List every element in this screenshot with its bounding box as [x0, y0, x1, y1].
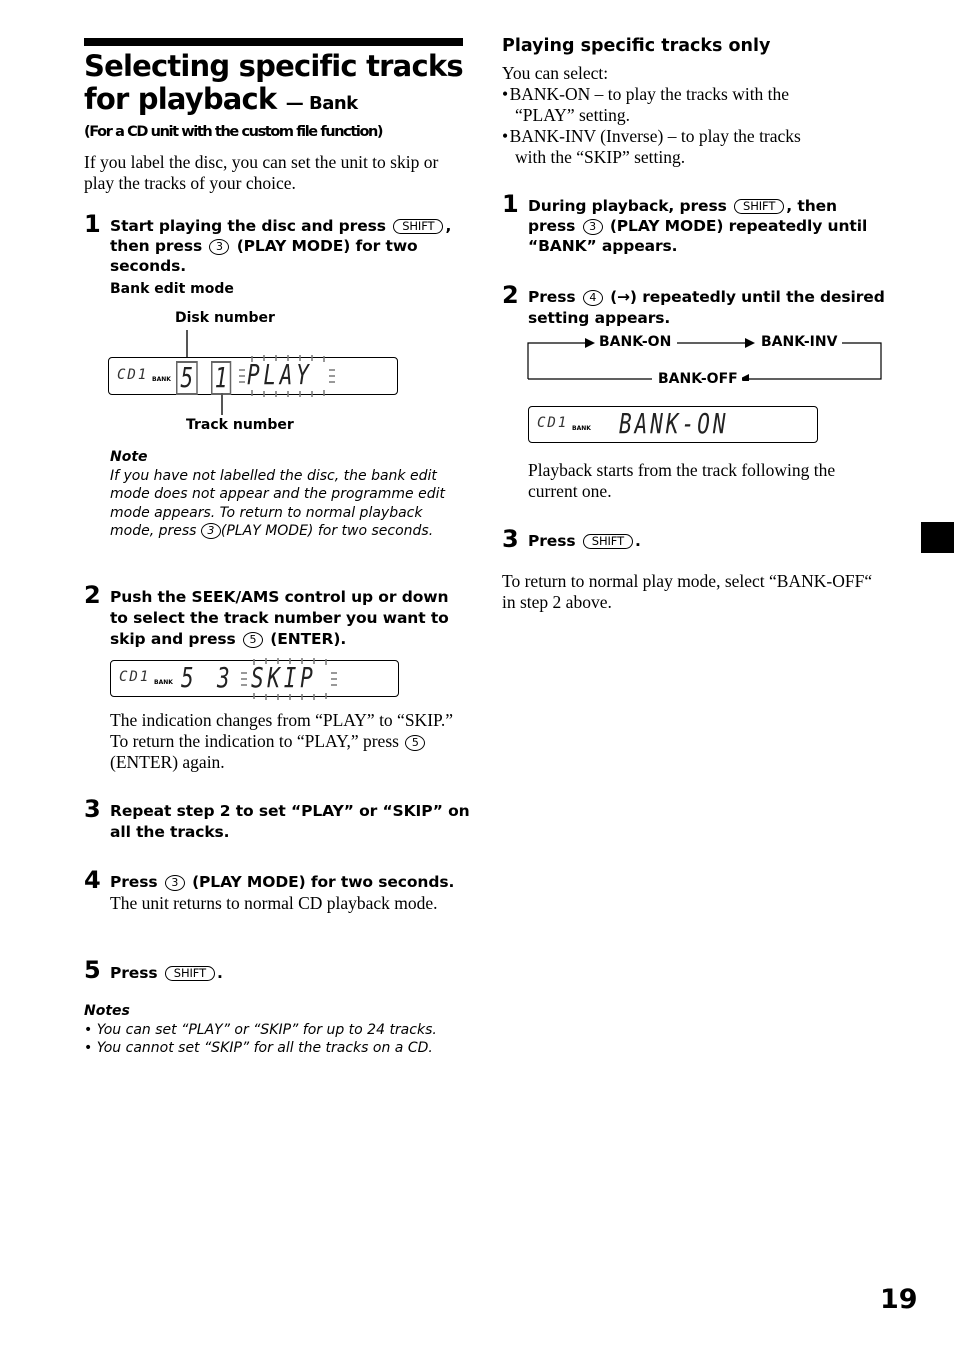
notes-list: • You can set “PLAY” or “SKIP” for up to…	[84, 1021, 474, 1058]
step-1-text: Start playing the disc and press SHIFT, …	[110, 217, 452, 275]
shift-key-icon: SHIFT	[582, 534, 634, 549]
step-2-number: 2	[84, 581, 101, 609]
right-intro: You can select:	[502, 63, 609, 83]
lcd-bank-indicator: BANK	[152, 376, 171, 383]
note-text: If you have not labelled the disc, the b…	[110, 468, 445, 539]
disk-number-leader	[186, 330, 188, 359]
blink-indicator-icon	[239, 355, 335, 397]
key-5-icon: 5	[242, 632, 263, 648]
step-2-description: The indication changes from “PLAY” to “S…	[110, 710, 453, 772]
lcd-cd-indicator: CD1	[537, 415, 569, 431]
title-suffix: — Bank	[285, 93, 358, 114]
lcd-bank-indicator: BANK	[154, 679, 173, 686]
step-5-number: 5	[84, 956, 101, 984]
playback-starts-text: Playback starts from the track following…	[528, 460, 836, 501]
options-list: • BANK-ON – to play the tracks with the …	[502, 84, 862, 168]
step-3-text: Repeat step 2 to set “PLAY” or “SKIP” on…	[110, 802, 470, 841]
lcd-cd-indicator: CD1	[117, 367, 149, 383]
shift-key-icon: SHIFT	[393, 219, 444, 234]
option-item: • BANK-ON – to play the tracks with the	[502, 84, 790, 104]
bank-edit-mode-caption: Bank edit mode	[110, 281, 234, 297]
cycle-bank-inv: BANK-INV	[757, 334, 842, 350]
track-number-leader	[221, 393, 223, 415]
track-number-label: Track number	[186, 417, 294, 433]
right-step-2-text: Press 4 (→) repeatedly until the desired…	[528, 288, 885, 327]
key-5-icon: 5	[405, 735, 426, 751]
title-line-1: Selecting specific tracks	[84, 49, 464, 83]
lcd-track-digit: 1	[211, 361, 232, 395]
disk-number-label: Disk number	[175, 310, 275, 326]
step-4-description: The unit returns to normal CD playback m…	[110, 893, 438, 913]
lcd-cd-indicator: CD1	[119, 669, 151, 685]
step-5-text: Press SHIFT.	[110, 964, 223, 982]
option-item: • BANK-INV (Inverse) – to play the track…	[502, 126, 801, 146]
section-heading: Playing specific tracks only	[502, 36, 771, 56]
step-1-number: 1	[84, 210, 101, 238]
key-3-icon: 3	[209, 239, 230, 255]
page-number: 19	[880, 1284, 918, 1315]
shift-key-icon: SHIFT	[734, 199, 785, 214]
right-step-3-text: Press SHIFT.	[528, 532, 641, 550]
step-3-number: 3	[84, 795, 101, 823]
lcd-bank-indicator: BANK	[572, 425, 591, 432]
cycle-bank-off: BANK-OFF	[654, 371, 742, 387]
intro-text: If you label the disc, you can set the u…	[84, 152, 439, 193]
right-step-3-number: 3	[502, 525, 519, 553]
lcd-display-bank-on: CD1 BANK BANK-ON	[528, 406, 818, 443]
title-line-2: for playback	[84, 82, 277, 116]
step-2-text: Push the SEEK/AMS control up or down to …	[110, 588, 449, 648]
right-step-1-number: 1	[502, 190, 519, 218]
lcd-bank-text: BANK-ON	[619, 407, 729, 440]
step-4-number: 4	[84, 866, 101, 894]
cycle-bank-on: BANK-ON	[595, 334, 676, 350]
key-3-icon: 3	[582, 219, 603, 235]
lcd-display-skip: CD1 BANK 5 3 SKIP	[110, 658, 399, 700]
bank-cycle-diagram: BANK-ON BANK-INV BANK-OFF	[527, 334, 882, 387]
note-title: Note	[110, 449, 148, 465]
key-3-icon: 3	[164, 875, 185, 891]
notes-title: Notes	[84, 1003, 130, 1019]
note-item: • You cannot set “SKIP” for all the trac…	[84, 1040, 433, 1057]
return-normal-text: To return to normal play mode, select “B…	[502, 571, 873, 612]
right-step-1-text: During playback, press SHIFT, then press…	[528, 197, 868, 255]
blink-indicator-icon	[241, 658, 337, 700]
key-3-icon: 3	[200, 522, 221, 539]
key-4-icon: 4	[582, 290, 603, 306]
shift-key-icon: SHIFT	[164, 966, 216, 981]
note-item: • You can set “PLAY” or “SKIP” for up to…	[84, 1022, 437, 1038]
title-rule	[84, 38, 463, 46]
section-tab-marker	[921, 522, 954, 553]
page-subtitle: (For a CD unit with the custom file func…	[84, 124, 384, 140]
right-step-2-number: 2	[502, 281, 519, 309]
step-4-text: Press 3 (PLAY MODE) for two seconds.	[110, 873, 455, 891]
lcd-disk-digit: 5	[176, 361, 198, 395]
lcd-display-play: CD1 BANK 5 1 PLAY	[108, 355, 398, 397]
lcd-track-digit: 3	[217, 661, 234, 694]
lcd-disk-digit: 5	[181, 661, 198, 694]
page-title: Selecting specific tracks for playback —…	[84, 50, 474, 120]
